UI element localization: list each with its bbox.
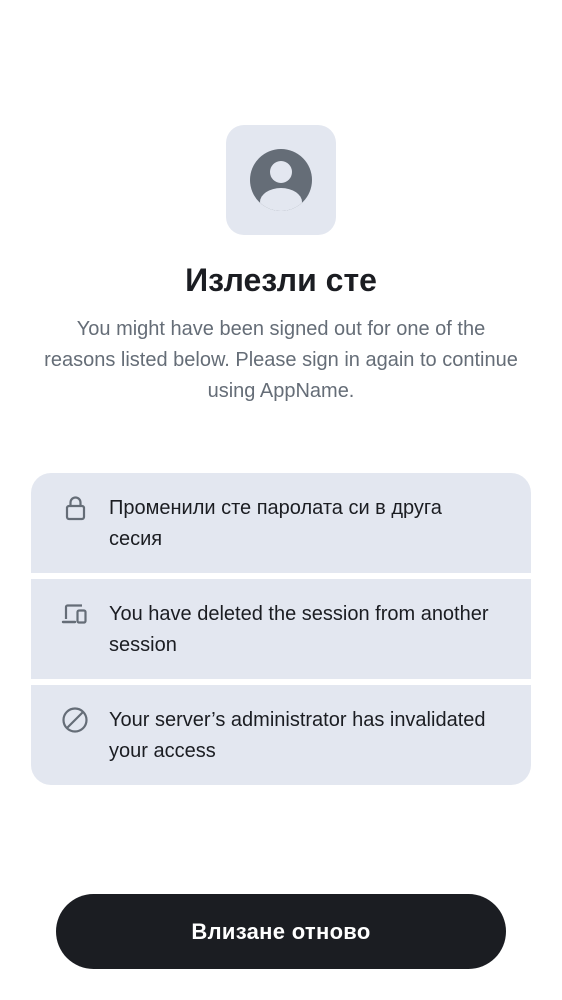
reasons-list: Променили сте паролата си в друга сесия …	[31, 473, 531, 785]
reason-item-access-invalidated: Your server’s administrator has invalida…	[31, 685, 531, 785]
block-icon	[62, 707, 88, 733]
lock-icon	[65, 496, 86, 521]
page-title: Излезли сте	[185, 262, 377, 298]
signed-out-screen: Излезли сте You might have been signed o…	[0, 0, 562, 1000]
page-subtitle: You might have been signed out for one o…	[44, 318, 518, 402]
reason-text: You have deleted the session from anothe…	[109, 603, 489, 656]
devices-icon	[61, 604, 87, 624]
user-avatar-icon	[250, 149, 312, 211]
reason-item-password-changed: Променили сте паролата си в друга сесия	[31, 473, 531, 573]
reason-text: Your server’s administrator has invalida…	[109, 709, 486, 762]
reason-text: Променили сте паролата си в друга сесия	[109, 497, 442, 550]
sign-in-again-button[interactable]: Влизане отново	[56, 894, 506, 969]
avatar-container	[226, 125, 336, 235]
reason-item-session-deleted: You have deleted the session from anothe…	[31, 579, 531, 679]
